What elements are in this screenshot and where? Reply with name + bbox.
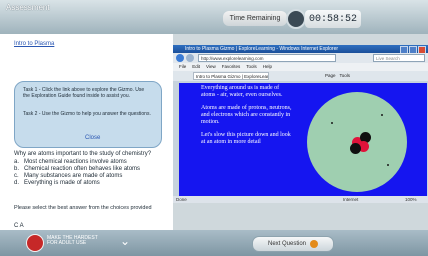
gizmo-paragraph-1: Everything around us is made of atoms - …	[201, 85, 283, 98]
selected-answer[interactable]: C A	[14, 223, 24, 229]
next-question-button[interactable]: Next Question	[252, 236, 334, 252]
task-1-text: Task 1 - Click the link above to explore…	[23, 87, 145, 99]
menu-edit[interactable]: Edit	[192, 63, 200, 71]
task-callout: Task 1 - Click the link above to explore…	[14, 81, 162, 148]
timer-value: 00:58:52	[305, 10, 361, 28]
chevron-down-icon[interactable]: ⌄	[120, 234, 130, 248]
gizmo-content: Everything around us is made of atoms - …	[179, 83, 427, 196]
browser-tab-bar: Intro to Plasma Gizmo | ExploreLearni...…	[173, 71, 428, 81]
status-text: Done	[176, 197, 187, 202]
logo-text: MAKE THE HARDEST FOR ADULT USE	[47, 235, 98, 246]
menu-view[interactable]: View	[206, 63, 216, 71]
browser-status-bar: Done Internet 100%	[173, 196, 428, 203]
browser-toolbar: Page Tools	[325, 72, 350, 80]
browser-nav-bar: http://www.explorelearning.com Live Sear…	[173, 53, 428, 63]
select-prompt: Please select the best answer from the c…	[14, 205, 152, 211]
menu-tools[interactable]: Tools	[246, 63, 257, 71]
menu-favorites[interactable]: Favorites	[222, 63, 241, 71]
arrow-right-icon	[310, 240, 319, 248]
search-input[interactable]: Live Search	[373, 54, 425, 62]
intro-to-plasma-link[interactable]: Intro to Plasma	[14, 41, 54, 47]
answer-option-d[interactable]: d. Everything is made of atoms	[14, 180, 170, 187]
answer-option-a[interactable]: a. Most chemical reactions involve atoms	[14, 159, 170, 166]
gizmo-paragraph-3: Let's slow this picture down and look at…	[201, 132, 291, 145]
electron	[387, 164, 389, 166]
menu-file[interactable]: File	[179, 63, 186, 71]
tools-menu[interactable]: Tools	[340, 72, 351, 80]
answer-option-c[interactable]: c. Many substances are made of atoms	[14, 173, 170, 180]
back-icon[interactable]	[176, 54, 184, 62]
bottom-bar: MAKE THE HARDEST FOR ADULT USE ⌄ Next Qu…	[0, 230, 428, 256]
forward-icon[interactable]	[186, 54, 194, 62]
page-menu[interactable]: Page	[325, 72, 336, 80]
electron	[381, 114, 383, 116]
zoom-text[interactable]: 100%	[405, 196, 417, 203]
logo-icon	[26, 234, 44, 252]
question-text: Why are atoms important to the study of …	[14, 151, 152, 157]
zone-text: Internet	[343, 197, 359, 202]
answer-option-b[interactable]: b. Chemical reaction often behaves like a…	[14, 166, 170, 173]
task-close-link[interactable]: Close	[85, 135, 100, 141]
app-title: Assessment	[6, 3, 50, 12]
clock-icon	[286, 9, 306, 29]
browser-window: Intro to Plasma Gizmo | ExploreLearning …	[173, 45, 428, 203]
gizmo-text: Everything around us is made of atoms - …	[201, 85, 293, 152]
electron	[331, 122, 333, 124]
neutron	[350, 143, 361, 154]
question-panel: Intro to Plasma Task 1 - Click the link …	[0, 34, 173, 230]
next-question-label: Next Question	[267, 241, 307, 247]
browser-tab[interactable]: Intro to Plasma Gizmo | ExploreLearni...	[193, 72, 269, 80]
gizmo-paragraph-2: Atoms are made of protons, neutrons, and…	[201, 105, 292, 125]
browser-menu-bar: File Edit View Favorites Tools Help	[173, 63, 428, 71]
menu-help[interactable]: Help	[263, 63, 272, 71]
atom-illustration	[307, 92, 407, 192]
answer-options: a. Most chemical reactions involve atoms …	[14, 159, 170, 187]
timer-label: Time Remaining	[223, 11, 287, 26]
browser-title-bar: Intro to Plasma Gizmo | ExploreLearning …	[173, 45, 428, 54]
top-bar: Assessment Time Remaining 00:58:52	[0, 0, 428, 34]
address-bar[interactable]: http://www.explorelearning.com	[198, 54, 336, 62]
assessment-app: Assessment Time Remaining 00:58:52 Intro…	[0, 0, 428, 256]
browser-title: Intro to Plasma Gizmo | ExploreLearning …	[185, 46, 339, 52]
task-2-text: Task 2 - Use the Gizmo to help you answe…	[23, 111, 151, 117]
